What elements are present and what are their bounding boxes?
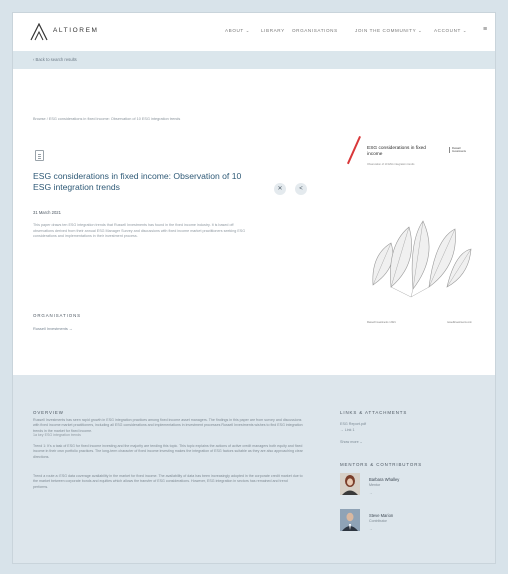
overview-paragraph-1: Russell Investments has seen rapid growt… [33,418,303,433]
contributor-name[interactable]: Barbara Whalley [369,477,399,482]
overview-paragraph-2: Trend 1: It's a task of ESG for fixed in… [33,444,303,459]
contributor-link[interactable]: → [369,491,373,495]
cover-footer-left: Russell Investments / 2021 [367,321,396,324]
overview-note: 1a key ESG integration trends [33,433,81,437]
contributor-name[interactable]: Steve Marion [369,513,393,518]
leaves-illustration-icon [372,220,472,298]
avatar[interactable] [340,473,360,495]
page-title: ESG considerations in fixed income: Obse… [33,171,242,192]
person-photo-icon [340,509,360,531]
show-more-link[interactable]: Show more ⌄ [340,440,363,444]
document-description: This paper draws ten ESG integration tre… [33,223,246,239]
details-band [13,375,495,563]
report-cover-image: ESG considerations in fixed income Obser… [346,125,479,325]
cover-brand: Russell Investments [449,147,475,153]
site-header: ALTIOREM ABOUT ⌄ LIBRARY ORGANISATIONS J… [13,13,495,51]
nav-join-community[interactable]: JOIN THE COMMUNITY ⌄ [355,28,423,34]
contributor-role: Mentor [369,483,381,487]
contributor-link[interactable]: → [369,527,373,531]
share-link-icon[interactable]: < [295,183,307,195]
page-frame: ALTIOREM ABOUT ⌄ LIBRARY ORGANISATIONS J… [13,13,495,563]
cover-footer-right: russellinvestments.com [447,321,472,324]
cover-title: ESG considerations in fixed income [367,146,426,157]
links-heading: LINKS & ATTACHMENTS [340,410,408,415]
menu-icon[interactable]: ≡ [483,26,487,33]
altiorem-logo-icon[interactable] [30,23,48,41]
person-photo-icon [340,473,360,495]
overview-paragraph-3: Trend a route a: ESG data coverage avail… [33,474,303,489]
attachment-link[interactable]: ESG Report.pdf [340,422,366,426]
brand-name[interactable]: ALTIOREM [53,27,99,34]
nav-organisations[interactable]: ORGANISATIONS [292,28,338,33]
overview-heading: OVERVIEW [33,410,64,415]
share-x-icon[interactable]: ✕ [274,183,286,195]
publish-date: 31 March 2021 [33,210,61,215]
contributors-heading: MENTORS & CONTRIBUTORS [340,462,423,467]
document-icon [35,150,44,161]
avatar[interactable] [340,509,360,531]
organisations-heading: ORGANISATIONS [33,313,81,318]
nav-about[interactable]: ABOUT ⌄ [225,28,250,34]
cover-accent-slash [346,135,361,165]
nav-account[interactable]: ACCOUNT ⌄ [434,28,467,34]
nav-library[interactable]: LIBRARY [261,28,285,33]
cover-subtitle: Observation of 10 ESG integration trends [367,163,415,166]
external-link[interactable]: → Link 1 [340,428,355,432]
breadcrumb-bar: ‹ Back to search results [13,51,495,69]
breadcrumb-path: Browse / ESG considerations in fixed inc… [33,117,181,121]
organisation-link[interactable]: Russell Investments → [33,326,73,331]
back-to-results-link[interactable]: ‹ Back to search results [33,57,77,62]
contributor-role: Contributor [369,519,387,523]
